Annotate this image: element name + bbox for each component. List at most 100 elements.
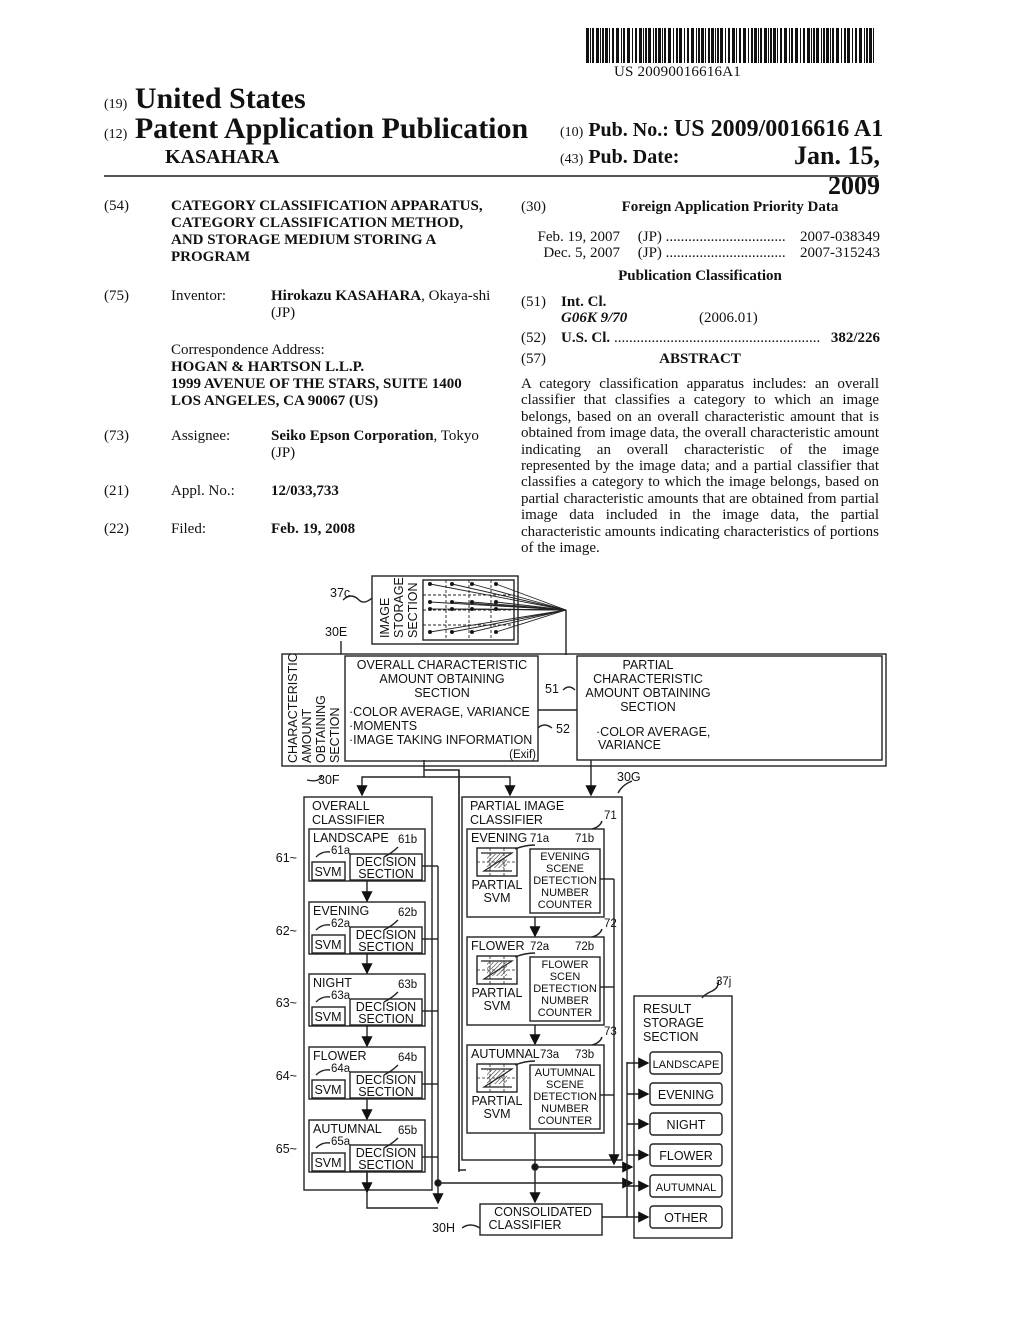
result-storage-title: STORAGE [643,1016,704,1030]
block-diagram: IMAGE STORAGE SECTION37c30ECHARACTERISTIC A… [276,575,887,1239]
ref-52: 52 [556,722,570,736]
ref-scene: 71 [604,810,617,822]
ref-30e: 30E [325,625,347,639]
leader [591,1036,603,1046]
result-slot-label: NIGHT [667,1118,706,1132]
leader [315,996,331,1003]
partial-svm-label: SVM [483,999,510,1013]
sample-point [427,599,433,605]
partial-svm-label: PARTIAL [472,986,523,1000]
counter-label: DETECTION [533,1091,597,1103]
decision-label: SECTION [358,1012,414,1026]
decision-label: SECTION [358,1158,414,1172]
svm-label: SVM [314,865,341,879]
ref-a: 71a [530,833,550,845]
counter-label: AUTUMNAL [535,1067,596,1079]
svm-label: SVM [314,938,341,952]
sample-point [449,629,455,635]
counter-label: SCENE [546,863,584,875]
svm-label: SVM [314,1010,341,1024]
ref-scene: 73 [604,1026,617,1038]
leader [315,851,331,858]
leader [315,924,331,931]
ref-51: 51 [545,682,559,696]
leader [315,1069,331,1076]
characteristic-section-label: OBTAINING [314,695,328,763]
counter-label: SCENE [546,1079,584,1091]
result-storage-title: RESULT [643,1002,692,1016]
ref-b: 73b [575,1049,594,1061]
partial-svm-label: PARTIAL [472,878,523,892]
partial-characteristic-title: AMOUNT OBTAINING [585,686,710,700]
ref-b: 62b [398,907,417,919]
scene-name: FLOWER [313,1049,366,1063]
sample-point [469,581,475,587]
characteristic-section-label: AMOUNT [300,708,314,763]
overall-classifier-title: CLASSIFIER [312,813,385,827]
sample-point [427,606,433,612]
ref-scene: 72 [604,918,617,930]
ref-a: 72a [530,941,550,953]
hatched-region [487,1070,507,1084]
counter-label: DETECTION [533,875,597,887]
ref-a: 62a [331,918,351,930]
ref-b: 61b [398,834,417,846]
ref-a: 73a [540,1049,560,1061]
overall-characteristic-item: ·MOMENTS [349,719,417,733]
counter-label: DETECTION [533,983,597,995]
characteristic-section-label: CHARACTERISTIC [286,653,300,763]
leader [315,1142,331,1149]
scene-name: EVENING [313,904,369,918]
hatched-region [487,854,507,868]
ref-37j: 37j [716,976,731,988]
result-slot-label: LANDSCAPE [653,1059,720,1071]
fan-line [429,609,567,633]
partial-characteristic-item: ·COLOR AVERAGE, [596,725,710,739]
ref-a: 63a [331,990,351,1002]
consolidated-label: CLASSIFIER [489,1218,562,1232]
fan-line [471,609,567,633]
decision-label: SECTION [358,940,414,954]
overall-characteristic-item: ·COLOR AVERAGE, VARIANCE [349,705,530,719]
sample-point [427,629,433,635]
counter-label: FLOWER [541,959,588,971]
scene-name: NIGHT [313,976,352,990]
partial-classifier-title: PARTIAL IMAGE [470,799,564,813]
leader [591,820,603,830]
partial-svm-label: PARTIAL [472,1094,523,1108]
result-slot-label: FLOWER [659,1149,712,1163]
sample-point [449,599,455,605]
ref-30f: 30F [318,773,340,787]
ref-b: 63b [398,979,417,991]
sample-point [427,581,433,587]
fan-line [495,609,567,633]
scene-name: AUTUMNAL [313,1122,382,1136]
consolidated-label: CONSOLIDATED [494,1205,592,1219]
characteristic-section-label: SECTION [328,707,342,763]
partial-characteristic-title: CHARACTERISTIC [593,672,703,686]
decision-label: SECTION [358,1085,414,1099]
decision-label: SECTION [358,867,414,881]
sample-point [469,606,475,612]
overall-characteristic-title: SECTION [414,686,470,700]
counter-label: COUNTER [538,1115,592,1127]
sample-point [449,581,455,587]
ref-a: 61a [331,845,351,857]
scene-name: FLOWER [471,939,524,953]
counter-label: COUNTER [538,1007,592,1019]
image-storage-label: SECTION [406,582,420,638]
ref-b: 71b [575,833,594,845]
partial-characteristic-title: PARTIAL [623,658,674,672]
image-storage-label: IMAGE [378,598,392,638]
counter-label: NUMBER [541,995,589,1007]
svm-label: SVM [314,1156,341,1170]
counter-label: SCEN [550,971,581,983]
partial-classifier-title: CLASSIFIER [470,813,543,827]
partial-characteristic-item: VARIANCE [598,738,661,752]
result-storage-title: SECTION [643,1030,699,1044]
ref-scene: 62~ [276,924,297,938]
exif-label: (Exif) [509,749,536,761]
sample-point [493,629,499,635]
ref-a: 65a [331,1136,351,1148]
sample-point [493,599,499,605]
